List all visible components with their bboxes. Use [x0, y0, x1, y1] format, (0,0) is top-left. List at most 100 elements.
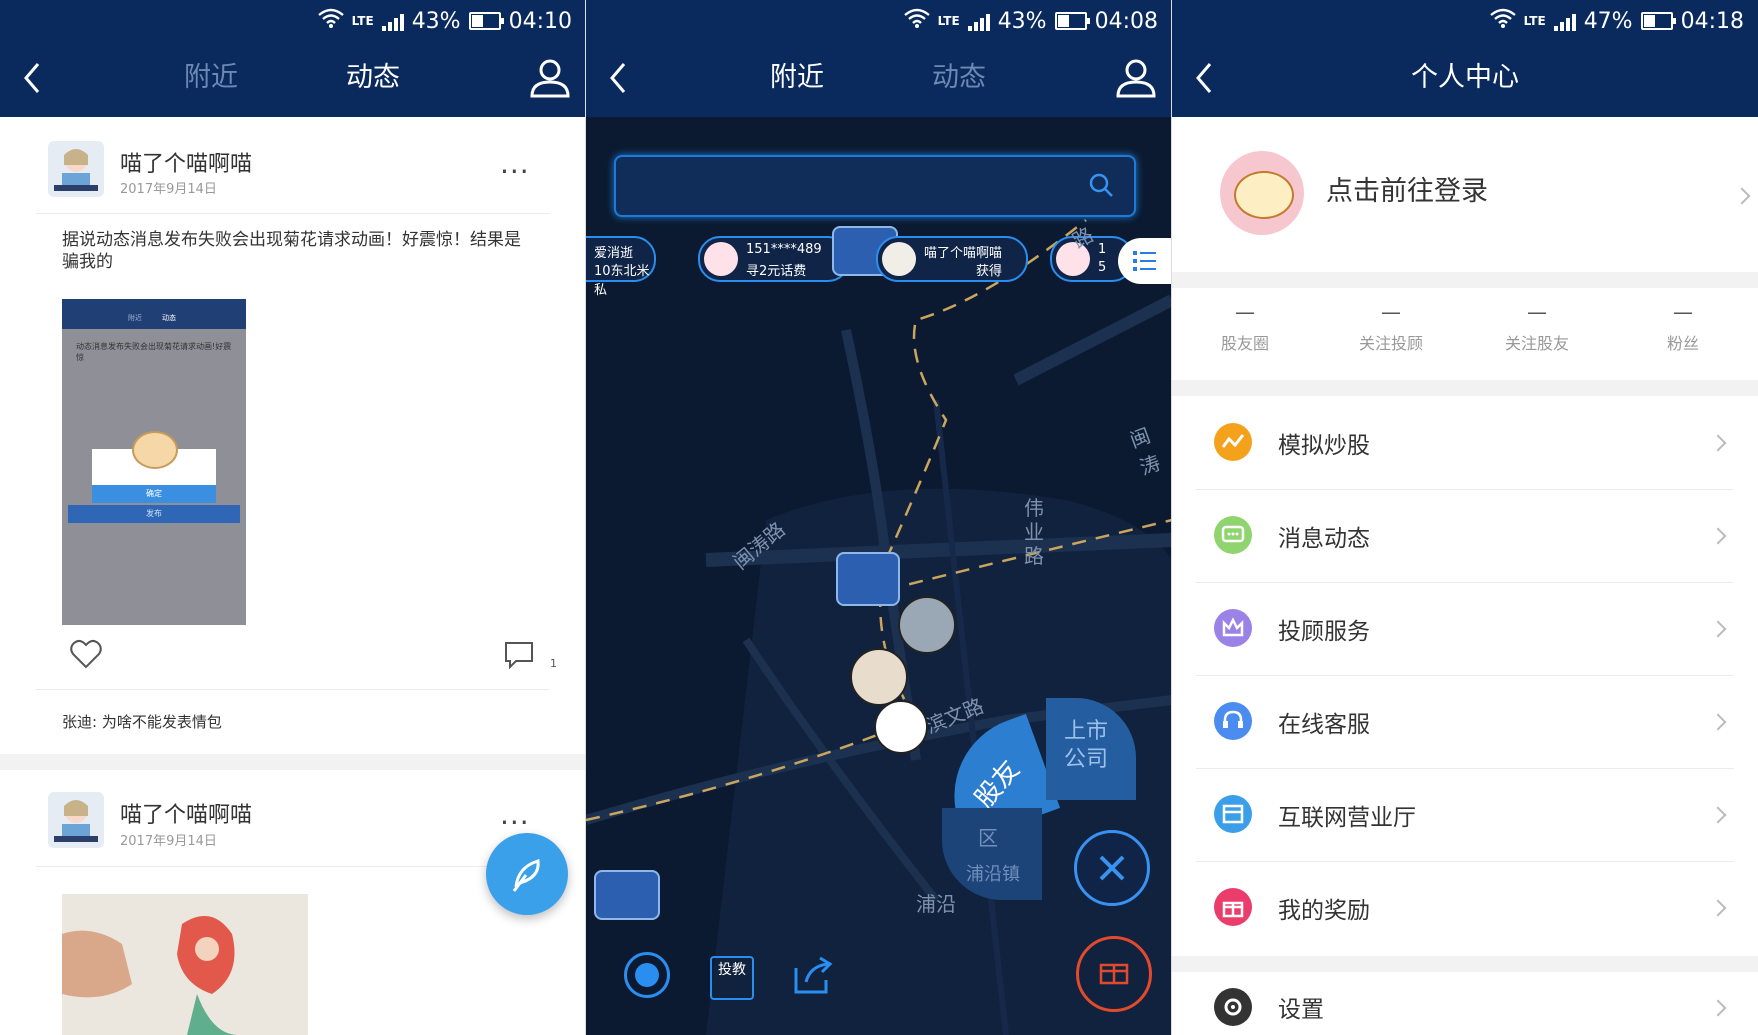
close-icon	[1099, 855, 1125, 881]
user-pin[interactable]	[874, 700, 928, 754]
post-author[interactable]: 喵了个喵啊喵	[120, 146, 252, 178]
menu-item-online-hall[interactable]: 互联网营业厅	[1196, 768, 1734, 862]
battery-percent: 43%	[411, 8, 461, 34]
stat-friend-circle[interactable]: — 股友圈	[1172, 288, 1318, 354]
activity-chip[interactable]: 喵了个喵啊喵 获得	[876, 236, 1028, 282]
activity-chip[interactable]: 爱消逝 10东北米私	[586, 236, 656, 298]
back-button[interactable]	[20, 60, 48, 96]
stat-label: 关注股友	[1504, 334, 1569, 353]
comment-icon	[505, 642, 533, 670]
menu-item-online-support[interactable]: 在线客服	[1196, 675, 1734, 769]
gift-box-button[interactable]	[1076, 936, 1152, 1012]
stat-followed-friends[interactable]: — 关注股友	[1464, 288, 1610, 354]
profile-screen: LTE 47% 04:18 个人中心 点击前往登录 — 股友圈 — 关注投顾 —…	[1172, 0, 1758, 1035]
menu-item-label: 设置	[1278, 997, 1324, 1023]
crown-icon	[1214, 609, 1252, 647]
image-caption: 动态消息发布失败会出现菊花请求动画!好震惊	[76, 342, 232, 362]
user-pin[interactable]	[898, 596, 956, 654]
page-title: 个人中心	[1411, 62, 1519, 93]
chevron-left-icon	[610, 63, 626, 93]
gear-icon	[1214, 988, 1252, 1026]
chevron-right-icon	[1709, 527, 1727, 545]
compose-button[interactable]	[486, 833, 568, 915]
menu-item-messages[interactable]: 消息动态	[1196, 489, 1734, 583]
post-image[interactable]	[62, 894, 308, 1035]
menu-item-rewards[interactable]: 我的奖励	[1196, 861, 1734, 954]
list-view-button[interactable]	[1118, 238, 1172, 284]
login-card[interactable]: 点击前往登录	[1172, 117, 1758, 272]
menu-item-label: 模拟炒股	[1278, 433, 1370, 459]
tab-nearby[interactable]: 附近	[770, 60, 824, 96]
map-screen: LTE 43% 04:08 附近 动态 爱消逝 10东北米私 151****48…	[586, 0, 1172, 1035]
locate-button[interactable]	[624, 952, 670, 998]
wifi-icon	[317, 8, 344, 34]
stat-fans[interactable]: — 粉丝	[1610, 288, 1756, 354]
map-search-input[interactable]	[614, 155, 1136, 217]
divider	[36, 866, 550, 867]
menu-item-advisor-service[interactable]: 投顾服务	[1196, 582, 1734, 676]
user-pin[interactable]	[850, 648, 908, 706]
feather-icon	[512, 859, 540, 892]
more-options-button[interactable]: ···	[500, 155, 530, 188]
chip-line1: 爱消逝	[594, 246, 634, 261]
battery-icon	[468, 12, 504, 30]
post-text: 据说动态消息发布失败会出现菊花请求动画！好震惊！结果是骗我的	[62, 230, 521, 272]
status-bar: LTE 47% 04:18	[1489, 6, 1744, 36]
clock: 04:10	[508, 8, 572, 34]
stats-row: — 股友圈 — 关注投顾 — 关注股友 — 粉丝	[1172, 288, 1758, 380]
like-button[interactable]	[70, 639, 102, 669]
chevron-right-icon	[1709, 806, 1727, 824]
avatar[interactable]	[48, 141, 104, 197]
menu-item-label: 在线客服	[1278, 712, 1370, 738]
mascot-icon	[132, 431, 178, 469]
menu-item-settings[interactable]: 设置	[1172, 972, 1758, 1035]
chart-icon	[1214, 423, 1252, 461]
activity-chip[interactable]: 151****489 寻2元话费	[698, 236, 850, 282]
menu-item-simulated-trading[interactable]: 模拟炒股	[1196, 396, 1734, 490]
share-icon	[794, 956, 833, 994]
road-label: 伟业路	[1024, 496, 1044, 568]
invest-education-button[interactable]: 投教	[710, 956, 754, 1000]
sector-district-sub: 浦沿镇	[966, 864, 1020, 885]
chevron-right-icon	[1709, 434, 1727, 452]
back-button[interactable]	[606, 60, 634, 96]
network-type: LTE	[351, 14, 374, 28]
wifi-icon	[903, 8, 930, 34]
stat-followed-advisors[interactable]: — 关注投顾	[1318, 288, 1464, 354]
search-icon	[1089, 173, 1113, 197]
battery-icon	[1640, 12, 1676, 30]
chip-line2: 寻2元话费	[746, 264, 807, 279]
location-dot-icon	[635, 963, 659, 987]
heart-icon	[70, 639, 102, 669]
menu-item-label: 互联网营业厅	[1278, 805, 1416, 831]
sector-listed-label: 上市公司	[1064, 719, 1109, 772]
close-menu-button[interactable]	[1074, 830, 1150, 906]
login-prompt: 点击前往登录	[1326, 176, 1488, 207]
clock: 04:08	[1094, 8, 1158, 34]
chip-line2: 获得	[976, 264, 1003, 279]
chip-line1: 151****489	[746, 242, 822, 257]
feed-screen: LTE 43% 04:10 附近 动态 喵了个喵啊喵 2017年9月14日 ··…	[0, 0, 586, 1035]
divider	[36, 689, 550, 690]
tab-nearby[interactable]: 附近	[184, 60, 238, 96]
post-image[interactable]: 附近 动态 动态消息发布失败会出现菊花请求动画!好震惊 确定 发布	[62, 299, 246, 625]
treasure-chest-icon[interactable]	[594, 870, 660, 920]
comment-button[interactable]	[504, 641, 534, 670]
tab-feed[interactable]: 动态	[932, 60, 986, 96]
status-bar: LTE 43% 04:08	[903, 6, 1158, 36]
user-profile-button[interactable]	[1114, 56, 1158, 100]
menu-item-label: 我的奖励	[1278, 898, 1370, 924]
treasure-chest-icon[interactable]	[836, 552, 900, 606]
tab-feed[interactable]: 动态	[346, 60, 400, 96]
avatar[interactable]	[48, 792, 104, 848]
post-author[interactable]: 喵了个喵啊喵	[120, 797, 252, 829]
battery-percent: 43%	[997, 8, 1047, 34]
drawing-image	[62, 894, 308, 1035]
sector-friends-label: 股友	[969, 754, 1026, 815]
chevron-left-icon	[24, 63, 40, 93]
user-profile-button[interactable]	[528, 56, 572, 100]
share-button[interactable]	[792, 954, 834, 996]
image-confirm: 确定	[92, 485, 216, 503]
list-icon	[1133, 251, 1156, 271]
status-bar: LTE 43% 04:10	[317, 6, 572, 36]
